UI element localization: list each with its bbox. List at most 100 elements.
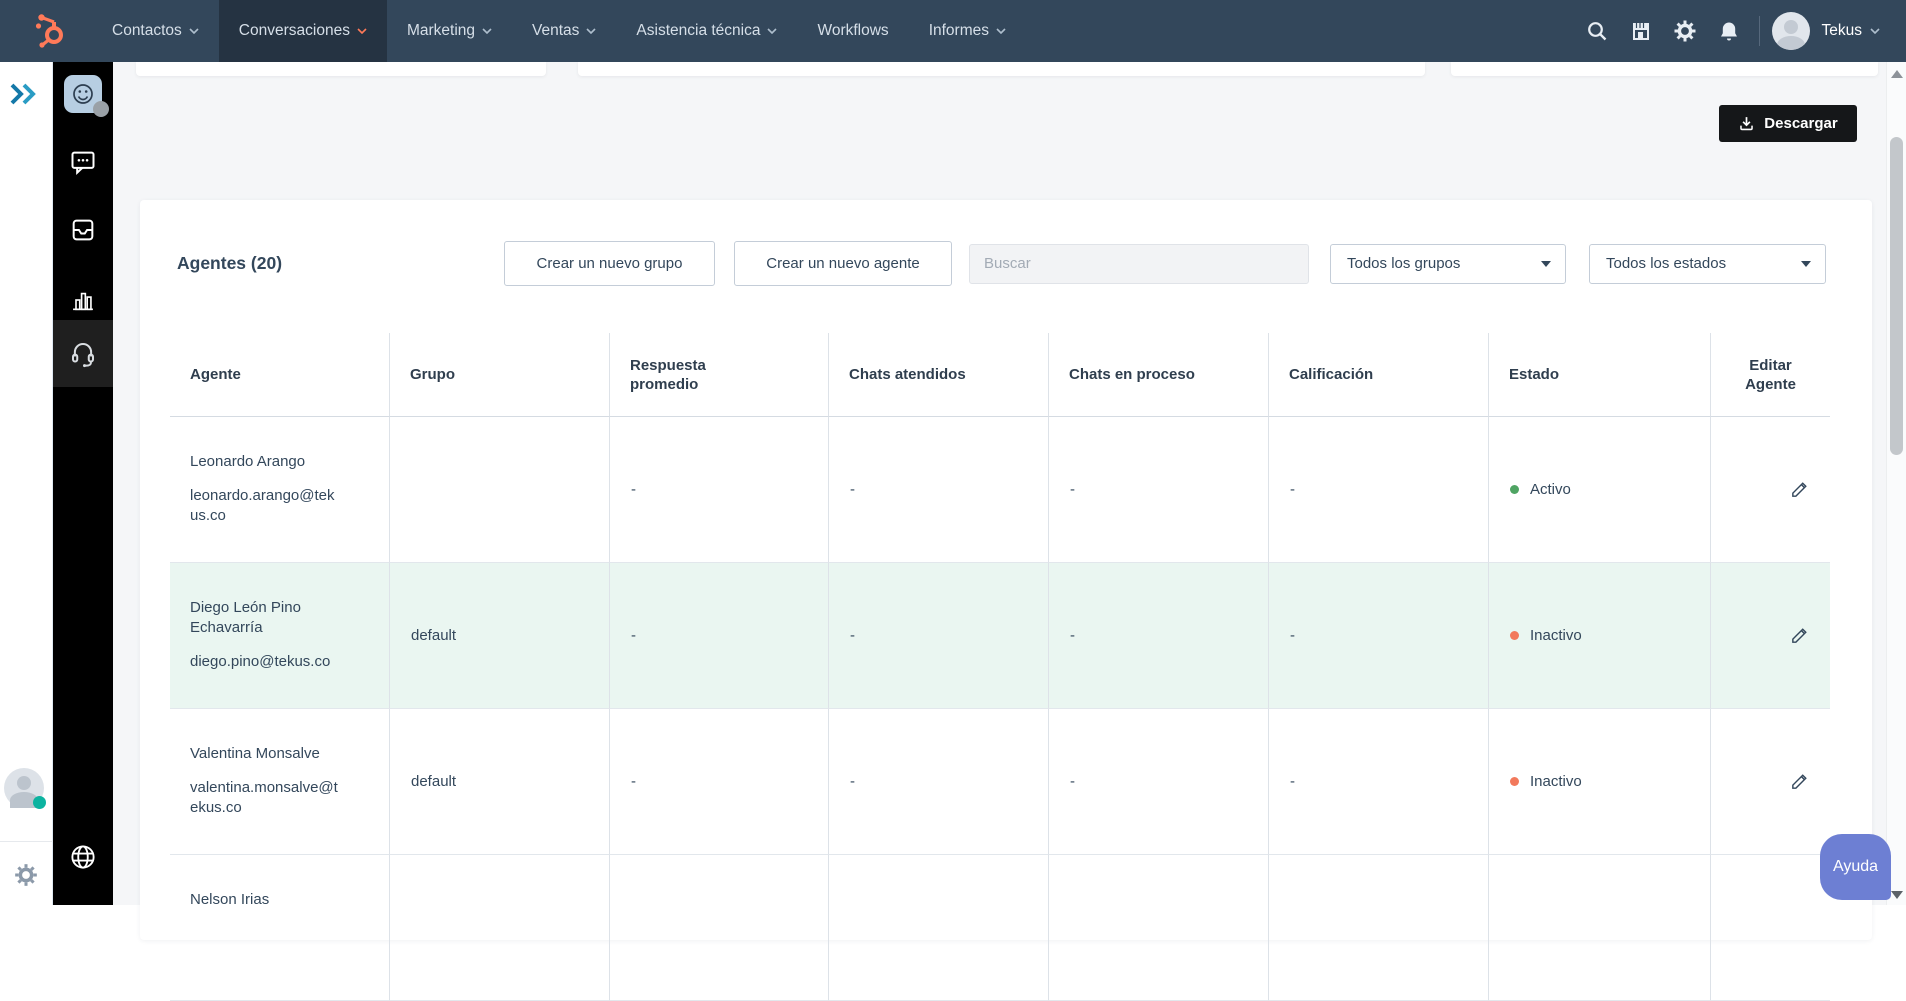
status-dot (1510, 777, 1519, 786)
col-header-editar-agente: Editar Agente (1710, 333, 1830, 417)
nav-item-workflows[interactable]: Workflows (797, 0, 908, 62)
chevron-down-icon (586, 28, 596, 34)
app-icon-rail (53, 62, 113, 905)
csat-smiley-item[interactable] (53, 75, 113, 113)
chats-in-progress-cell: - (1048, 709, 1268, 855)
chevron-down-icon (189, 28, 199, 34)
avg-response-cell: - (609, 563, 828, 709)
preferences-gear-icon[interactable] (13, 862, 39, 888)
help-button[interactable]: Ayuda (1820, 834, 1891, 900)
col-header-respuesta-promedio: Respuesta promedio (609, 333, 828, 417)
nav-item-marketing[interactable]: Marketing (387, 0, 512, 62)
caret-down-icon (1541, 261, 1551, 267)
account-menu[interactable]: Tekus (1822, 22, 1881, 40)
scroll-up-arrow-icon[interactable] (1891, 70, 1903, 78)
col-header-chats-atendidos: Chats atendidos (828, 333, 1048, 417)
agent-email: valentina.monsalve@tekus.co (190, 778, 342, 818)
agent-cell: Valentina Monsalve valentina.monsalve@te… (170, 709, 389, 855)
main-content: Descargar Agentes (20) Crear un nuevo gr… (113, 62, 1886, 905)
analytics-item[interactable] (53, 283, 113, 317)
edit-cell (1710, 855, 1830, 1001)
agent-cell: Nelson Irias (170, 855, 389, 1001)
table-row: Nelson Irias (170, 855, 1830, 1001)
card-strip (136, 62, 546, 76)
avatar-head (1784, 20, 1798, 34)
groups-filter-select[interactable]: Todos los grupos (1330, 244, 1566, 284)
nav-item-informes[interactable]: Informes (909, 0, 1026, 62)
avg-response-cell: - (609, 709, 828, 855)
nav-utilities: Tekus (1575, 0, 1906, 62)
states-filter-select[interactable]: Todos los estados (1589, 244, 1826, 284)
rating-cell: - (1268, 709, 1488, 855)
group-cell (389, 417, 609, 563)
bar-chart-icon (69, 286, 97, 314)
status-dot (1510, 631, 1519, 640)
agent-name: Leonardo Arango (190, 452, 342, 472)
agent-email: diego.pino@tekus.co (190, 652, 342, 672)
nav-item-label: Workflows (817, 22, 888, 40)
vertical-scrollbar[interactable] (1886, 62, 1906, 905)
create-group-button[interactable]: Crear un nuevo grupo (504, 241, 715, 286)
avatar-body (1777, 36, 1805, 50)
download-icon (1738, 115, 1755, 132)
pencil-icon (1790, 772, 1809, 791)
chat-item[interactable] (53, 145, 113, 179)
agent-name: Diego León Pino Echavarría (190, 598, 342, 638)
avg-response-cell: - (609, 417, 828, 563)
hubspot-logo-icon[interactable] (33, 13, 69, 49)
chats-attended-cell (828, 855, 1048, 1001)
status-label: Inactivo (1530, 627, 1582, 644)
nav-item-label: Conversaciones (239, 22, 350, 40)
status-label: Inactivo (1530, 773, 1582, 790)
avg-response-cell (609, 855, 828, 1001)
nav-item-contactos[interactable]: Contactos (92, 0, 219, 62)
col-header-chats-en-proceso: Chats en proceso (1048, 333, 1268, 417)
nav-item-label: Marketing (407, 22, 475, 40)
chats-in-progress-cell (1048, 855, 1268, 1001)
chats-in-progress-cell: - (1048, 417, 1268, 563)
marketplace-icon[interactable] (1619, 0, 1663, 62)
chat-bubble-icon (69, 148, 97, 176)
agents-headset-item[interactable] (53, 320, 113, 387)
table-row: Valentina Monsalve valentina.monsalve@te… (170, 709, 1830, 855)
nav-item-conversaciones[interactable]: Conversaciones (219, 0, 387, 62)
groups-filter-value: Todos los grupos (1347, 255, 1460, 272)
edit-agent-button[interactable] (1783, 619, 1817, 653)
chats-attended-cell: - (828, 563, 1048, 709)
create-agent-button[interactable]: Crear un nuevo agente (734, 241, 952, 286)
col-header-estado: Estado (1488, 333, 1710, 417)
edit-agent-button[interactable] (1783, 765, 1817, 799)
group-cell (389, 855, 609, 1001)
search-icon[interactable] (1575, 0, 1619, 62)
agents-panel: Agentes (20) Crear un nuevo grupo Crear … (140, 200, 1872, 940)
table-row: Leonardo Arango leonardo.arango@tekus.co… (170, 417, 1830, 563)
globe-item[interactable] (53, 840, 113, 874)
page-title: Agentes (20) (177, 253, 282, 274)
account-avatar[interactable] (1772, 12, 1810, 50)
edit-agent-button[interactable] (1783, 473, 1817, 507)
scrollbar-thumb[interactable] (1890, 137, 1903, 455)
inbox-item[interactable] (53, 213, 113, 247)
expand-panel-double-chevron-icon[interactable] (9, 82, 39, 106)
rating-cell: - (1268, 417, 1488, 563)
states-filter-value: Todos los estados (1606, 255, 1726, 272)
settings-gear-icon[interactable] (1663, 0, 1707, 62)
status-cell: Inactivo (1488, 709, 1710, 855)
search-input[interactable] (969, 244, 1309, 284)
col-header-agente: Agente (170, 333, 389, 417)
edit-cell (1710, 709, 1830, 855)
scroll-down-arrow-icon[interactable] (1891, 891, 1903, 899)
nav-item-asistencia-tecnica[interactable]: Asistencia técnica (616, 0, 797, 62)
user-avatar[interactable] (4, 768, 44, 808)
nav-divider (1759, 16, 1760, 46)
download-button[interactable]: Descargar (1719, 105, 1857, 142)
nav-item-ventas[interactable]: Ventas (512, 0, 616, 62)
secondary-rail (0, 62, 53, 905)
notifications-bell-icon[interactable] (1707, 0, 1751, 62)
agent-email: leonardo.arango@tekus.co (190, 486, 342, 526)
globe-icon (68, 842, 98, 872)
top-nav: Contactos Conversaciones Marketing Venta… (0, 0, 1906, 62)
status-dot (1510, 485, 1519, 494)
chevron-down-icon (357, 28, 367, 34)
chats-attended-cell: - (828, 709, 1048, 855)
